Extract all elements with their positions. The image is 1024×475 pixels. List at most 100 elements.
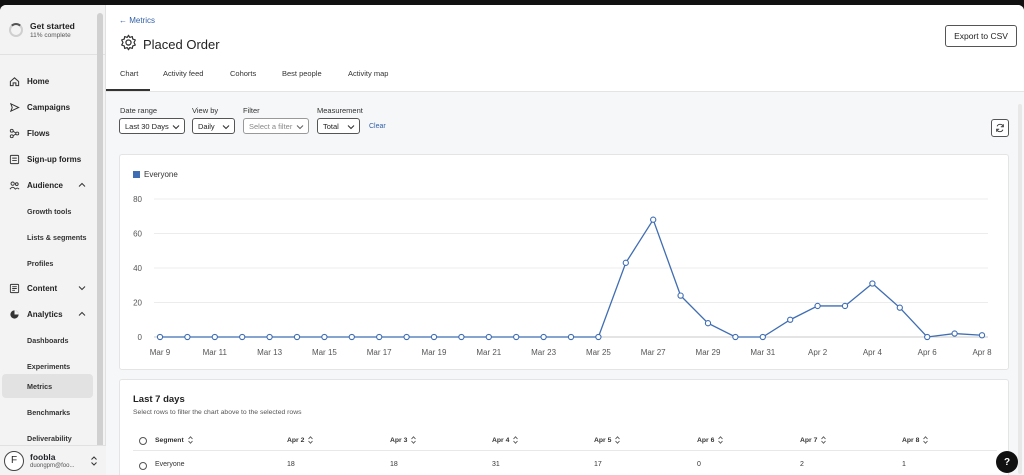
column-header[interactable]: Apr 3 bbox=[390, 436, 417, 444]
data-point[interactable] bbox=[759, 333, 766, 341]
tab-cohorts[interactable]: Cohorts bbox=[230, 69, 256, 78]
data-point[interactable] bbox=[732, 333, 739, 341]
home-icon bbox=[9, 76, 20, 87]
data-point[interactable] bbox=[513, 333, 520, 341]
sidebar-item-profiles[interactable]: Profiles bbox=[0, 253, 96, 273]
table-subtitle: Select rows to filter the chart above to… bbox=[133, 409, 302, 416]
send-icon bbox=[9, 102, 20, 113]
data-point[interactable] bbox=[677, 292, 684, 299]
sidebar-item-metrics[interactable]: Metrics bbox=[2, 374, 93, 398]
sort-icon bbox=[923, 436, 929, 444]
data-point[interactable] bbox=[266, 333, 273, 341]
data-point[interactable] bbox=[978, 332, 986, 339]
sidebar-item-label: Profiles bbox=[27, 258, 54, 268]
date-range-select[interactable]: Last 30 Days bbox=[119, 118, 185, 134]
table-title: Last 7 days bbox=[133, 394, 185, 405]
get-started-widget[interactable]: Get started 11% complete bbox=[0, 5, 106, 55]
filter-select[interactable]: Select a filter bbox=[243, 118, 309, 134]
view-by-label: View by bbox=[192, 106, 219, 115]
x-tick-label: Mar 25 bbox=[586, 348, 611, 357]
sidebar-item-label: Flows bbox=[27, 128, 50, 138]
sidebar-item-home[interactable]: Home bbox=[0, 71, 96, 91]
data-point[interactable] bbox=[595, 333, 602, 341]
get-started-title: Get started bbox=[30, 20, 75, 31]
x-tick-label: Mar 11 bbox=[203, 348, 228, 357]
data-point[interactable] bbox=[211, 333, 218, 341]
column-header[interactable]: Apr 4 bbox=[492, 436, 519, 444]
data-point[interactable] bbox=[184, 333, 191, 341]
data-point[interactable] bbox=[156, 333, 164, 341]
help-button[interactable]: ? bbox=[996, 451, 1018, 473]
content-scrollbar[interactable] bbox=[1018, 104, 1022, 474]
data-point[interactable] bbox=[896, 304, 903, 311]
y-tick-label: 80 bbox=[133, 195, 142, 204]
data-point[interactable] bbox=[924, 333, 931, 341]
data-point[interactable] bbox=[814, 302, 821, 310]
data-point[interactable] bbox=[841, 302, 849, 310]
sidebar-item-dashboards[interactable]: Dashboards bbox=[0, 330, 96, 350]
sidebar-item-label: Dashboards bbox=[27, 335, 69, 345]
data-point[interactable] bbox=[430, 333, 438, 341]
data-point[interactable] bbox=[540, 333, 547, 341]
sidebar-item-campaigns[interactable]: Campaigns bbox=[0, 97, 96, 117]
data-point[interactable] bbox=[485, 333, 492, 341]
main-content: Date range Last 30 Days View by Daily Fi… bbox=[106, 92, 1024, 475]
data-point[interactable] bbox=[650, 216, 657, 223]
data-point[interactable] bbox=[951, 330, 958, 337]
sidebar-item-growth-tools[interactable]: Growth tools bbox=[0, 201, 96, 221]
refresh-button[interactable] bbox=[991, 119, 1009, 137]
x-tick-label: Mar 31 bbox=[750, 348, 775, 357]
sidebar-item-analytics[interactable]: Analytics bbox=[0, 304, 96, 324]
line-chart: 0 20 40 60 80 Mar 9 Mar 11 Mar 13 Mar 15 Mar 17 Ma… bbox=[133, 195, 992, 357]
chart-card: Everyone 0 20 40 60 80 Mar 9 Mar 11 Mar 13 Mar 1… bbox=[119, 154, 1009, 370]
data-point[interactable] bbox=[403, 333, 410, 341]
sidebar-item-lists-segments[interactable]: Lists & segments bbox=[0, 227, 96, 247]
sidebar-item-label: Benchmarks bbox=[27, 407, 71, 417]
back-link[interactable]: ← Metrics bbox=[119, 16, 155, 25]
data-point[interactable] bbox=[787, 316, 794, 323]
sidebar-item-flows[interactable]: Flows bbox=[0, 123, 96, 143]
data-point[interactable] bbox=[239, 333, 246, 341]
export-csv-button[interactable]: Export to CSV bbox=[945, 25, 1017, 47]
sidebar-item-audience[interactable]: Audience bbox=[0, 175, 96, 195]
sidebar-item-signup-forms[interactable]: Sign-up forms bbox=[0, 149, 96, 169]
data-point[interactable] bbox=[348, 333, 355, 341]
sidebar-item-benchmarks[interactable]: Benchmarks bbox=[0, 402, 96, 422]
column-header[interactable]: Apr 2 bbox=[287, 436, 314, 444]
sidebar-item-content[interactable]: Content bbox=[0, 278, 96, 298]
data-point[interactable] bbox=[458, 333, 465, 341]
view-by-select[interactable]: Daily bbox=[192, 118, 235, 134]
column-header-label: Apr 3 bbox=[390, 436, 408, 444]
data-point[interactable] bbox=[869, 280, 876, 287]
x-tick-label: Apr 2 bbox=[808, 348, 828, 357]
tab-activity-map[interactable]: Activity map bbox=[348, 69, 388, 78]
row-checkbox[interactable] bbox=[139, 462, 147, 470]
tab-activity-feed[interactable]: Activity feed bbox=[163, 69, 203, 78]
tab-best-people[interactable]: Best people bbox=[282, 69, 322, 78]
data-point[interactable] bbox=[376, 333, 383, 341]
x-tick-label: Mar 21 bbox=[476, 348, 501, 357]
sidebar-scrollbar[interactable] bbox=[97, 13, 103, 453]
sidebar-item-experiments[interactable]: Experiments bbox=[0, 356, 96, 376]
column-header[interactable]: Apr 8 bbox=[902, 436, 929, 444]
sort-icon bbox=[821, 436, 827, 444]
chevron-up-icon bbox=[78, 182, 86, 187]
select-all-checkbox[interactable] bbox=[139, 437, 147, 445]
y-tick-label: 0 bbox=[138, 333, 143, 342]
data-point[interactable] bbox=[622, 259, 629, 266]
data-point[interactable] bbox=[567, 333, 575, 341]
measurement-select[interactable]: Total bbox=[317, 118, 360, 134]
clear-filters-link[interactable]: Clear bbox=[369, 123, 386, 130]
x-tick-label: Apr 8 bbox=[972, 348, 992, 357]
tab-chart[interactable]: Chart bbox=[120, 69, 138, 78]
data-point[interactable] bbox=[321, 333, 328, 341]
column-header[interactable]: Segment bbox=[155, 436, 193, 444]
column-header[interactable]: Apr 6 bbox=[697, 436, 724, 444]
column-header[interactable]: Apr 7 bbox=[800, 436, 827, 444]
user-menu[interactable]: F foobla duongpm@foo... bbox=[0, 445, 106, 475]
x-tick-label: Mar 9 bbox=[150, 348, 171, 357]
data-point[interactable] bbox=[293, 333, 301, 341]
column-header[interactable]: Apr 5 bbox=[594, 436, 621, 444]
data-point[interactable] bbox=[704, 320, 712, 327]
y-tick-label: 60 bbox=[133, 230, 142, 239]
